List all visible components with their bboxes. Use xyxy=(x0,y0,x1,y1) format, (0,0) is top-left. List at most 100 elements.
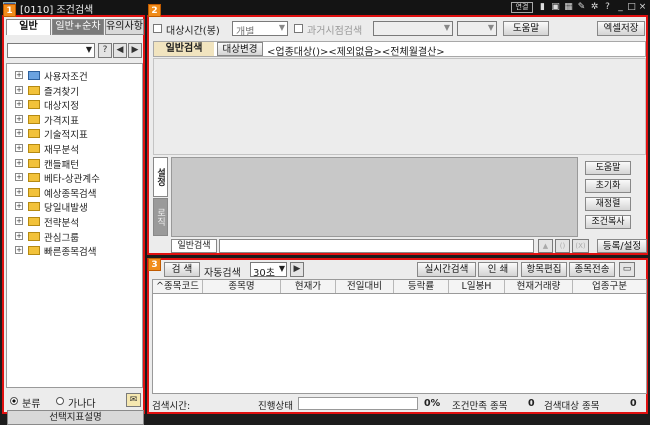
pin-icon[interactable]: ✎ xyxy=(576,2,587,13)
folder-icon xyxy=(28,231,40,241)
next-icon[interactable]: ▶ xyxy=(128,43,142,58)
tree-item-label: 예상종목검색 xyxy=(44,188,97,200)
col-price[interactable]: 현재가 xyxy=(281,280,336,293)
tree-item-label: 전략분석 xyxy=(44,218,79,229)
minimize-icon[interactable]: _ xyxy=(615,2,626,13)
folder-icon xyxy=(28,144,40,153)
tab-general-sequential[interactable]: 일반+순차 xyxy=(52,19,104,35)
logic-bottom-bar: 일반검색 ▲ () (X) 등록/설정 xyxy=(171,239,647,253)
copy-condition-button[interactable]: 조건복사 xyxy=(585,215,631,229)
target-count-label: 검색대상 종목 xyxy=(544,401,600,412)
radio-alphabetical-label: 가나다 xyxy=(68,399,96,410)
target-time-value: 개별 xyxy=(236,27,255,38)
logic-expression-input[interactable] xyxy=(219,239,534,253)
radio-alphabetical[interactable] xyxy=(56,396,64,407)
help-icon[interactable]: ? xyxy=(602,2,613,13)
col-candle[interactable]: L일봉H xyxy=(449,280,505,293)
past-date-dropdown[interactable]: ▼ xyxy=(373,21,453,36)
help-button[interactable]: 도움말 xyxy=(503,21,549,36)
results-toolbar: 검 색 자동검색 30초 ▼ ▶ 실시간검색 인 쇄 항목편집 종목전송 ▭ xyxy=(152,262,647,279)
folder-icon xyxy=(28,158,40,168)
radio-category[interactable] xyxy=(10,396,18,407)
window-icon[interactable]: ▭ xyxy=(619,262,635,277)
interval-dropdown[interactable]: 30초 ▼ xyxy=(250,262,287,279)
realtime-search-button[interactable]: 실시간검색 xyxy=(417,262,476,277)
past-interval-dropdown[interactable]: ▼ xyxy=(457,21,497,36)
expand-icon[interactable]: + xyxy=(15,100,23,109)
up-arrow-button[interactable]: ▲ xyxy=(538,239,553,253)
search-button[interactable]: 검 색 xyxy=(164,262,200,277)
general-search-tab[interactable]: 일반검색 xyxy=(171,239,217,253)
auto-search-label: 자동검색 xyxy=(204,268,241,279)
expand-icon[interactable]: + xyxy=(15,158,23,167)
progress-percent: 0% xyxy=(424,398,441,409)
print-button[interactable]: 인 쇄 xyxy=(478,262,518,277)
col-change[interactable]: 전일대비 xyxy=(336,280,394,293)
past-search-checkbox[interactable] xyxy=(294,24,303,33)
reset-button[interactable]: 초기화 xyxy=(585,179,631,193)
excel-save-button[interactable]: 엑셀저장 xyxy=(597,21,645,36)
indicator-description-button[interactable]: 선택지표설명 xyxy=(7,410,144,425)
target-time-checkbox[interactable] xyxy=(153,24,162,33)
link-badge[interactable]: 연결 xyxy=(511,2,533,13)
expand-icon[interactable]: + xyxy=(15,144,23,152)
sort-options: 분류 가나다 ✉ xyxy=(10,393,144,410)
folder-icon xyxy=(28,71,40,80)
col-sector[interactable]: 업종구분 xyxy=(573,280,646,293)
expand-icon[interactable]: + xyxy=(15,246,23,255)
send-stocks-button[interactable]: 종목전송 xyxy=(569,262,615,277)
expand-icon[interactable]: + xyxy=(15,217,23,225)
pane-badge-2: 2 xyxy=(148,4,161,17)
tree-filter-dropdown[interactable]: ▼ xyxy=(7,43,95,58)
tab-settings[interactable]: 설정 xyxy=(153,157,168,197)
expand-icon[interactable]: + xyxy=(15,114,23,123)
folder-icon xyxy=(28,114,40,124)
target-count: 0 xyxy=(630,398,637,409)
interval-value: 30초 xyxy=(253,268,275,279)
register-button[interactable]: 등록/설정 xyxy=(597,239,647,253)
folder-icon xyxy=(28,129,40,139)
past-search-label: 과거시점검색 xyxy=(307,26,363,37)
tab-notes[interactable]: 유의사항 xyxy=(105,19,144,35)
prev-icon[interactable]: ◀ xyxy=(113,43,127,58)
tab-logic[interactable]: 로직 xyxy=(153,198,168,236)
condition-list-area[interactable] xyxy=(153,58,646,155)
remove-paren-button[interactable]: (X) xyxy=(572,239,589,253)
expand-icon[interactable]: + xyxy=(15,173,23,182)
grid-icon[interactable]: ▦ xyxy=(563,2,574,13)
expand-icon[interactable]: + xyxy=(15,187,23,196)
edit-columns-button[interactable]: 항목편집 xyxy=(521,262,567,277)
paren-button[interactable]: () xyxy=(555,239,570,253)
logic-editor-area: 설정 로직 도움말 초기화 재정렬 조건복사 일반검색 ▲ () (X) 등록/… xyxy=(153,157,647,253)
results-table-header: ^종목코드 종목명 현재가 전일대비 등락률 L일봉H 현재거래량 업종구분 xyxy=(152,279,647,294)
expand-icon[interactable]: + xyxy=(15,71,23,79)
help-icon[interactable]: ? xyxy=(98,43,112,58)
col-name[interactable]: 종목명 xyxy=(203,280,281,293)
logic-workspace[interactable] xyxy=(171,157,578,237)
expand-icon[interactable]: + xyxy=(15,231,23,240)
lock-icon[interactable]: ▮ xyxy=(537,2,548,13)
close-icon[interactable]: × xyxy=(637,2,648,13)
match-count: 0 xyxy=(528,398,535,409)
settings-icon[interactable]: ✲ xyxy=(589,2,600,13)
condition-row[interactable]: 일반검색 대상변경 <업종대상()><제외없음><전체월결산> xyxy=(153,41,646,58)
results-table-body[interactable] xyxy=(152,294,647,394)
indicator-tree[interactable]: + 사용자조건 + 즐겨찾기 + 대상지정 + 가격지표 + 기술적지표 + 재무분석 + 캔들패턴 + 베타… xyxy=(6,63,143,388)
maximize-icon[interactable]: □ xyxy=(626,2,637,13)
status-bar: 검색시간: 진행상태 0% 조건만족 종목 0 검색대상 종목 0 xyxy=(152,396,647,412)
col-rate[interactable]: 등락률 xyxy=(394,280,449,293)
col-code[interactable]: ^종목코드 xyxy=(153,280,203,293)
expand-icon[interactable]: + xyxy=(15,85,23,94)
memo-icon[interactable]: ✉ xyxy=(126,393,141,407)
expand-icon[interactable]: + xyxy=(15,202,23,211)
logic-help-button[interactable]: 도움말 xyxy=(585,161,631,175)
col-volume[interactable]: 현재거래량 xyxy=(505,280,573,293)
reorder-button[interactable]: 재정렬 xyxy=(585,197,631,211)
change-target-button[interactable]: 대상변경 xyxy=(217,42,263,56)
tree-item-label: 베타-상관계수 xyxy=(44,174,100,186)
target-time-dropdown[interactable]: 개별 ▼ xyxy=(232,21,288,38)
box-icon[interactable]: ▣ xyxy=(550,2,561,13)
tab-general[interactable]: 일반 xyxy=(6,19,51,35)
play-icon[interactable]: ▶ xyxy=(290,262,304,277)
expand-icon[interactable]: + xyxy=(15,129,23,138)
